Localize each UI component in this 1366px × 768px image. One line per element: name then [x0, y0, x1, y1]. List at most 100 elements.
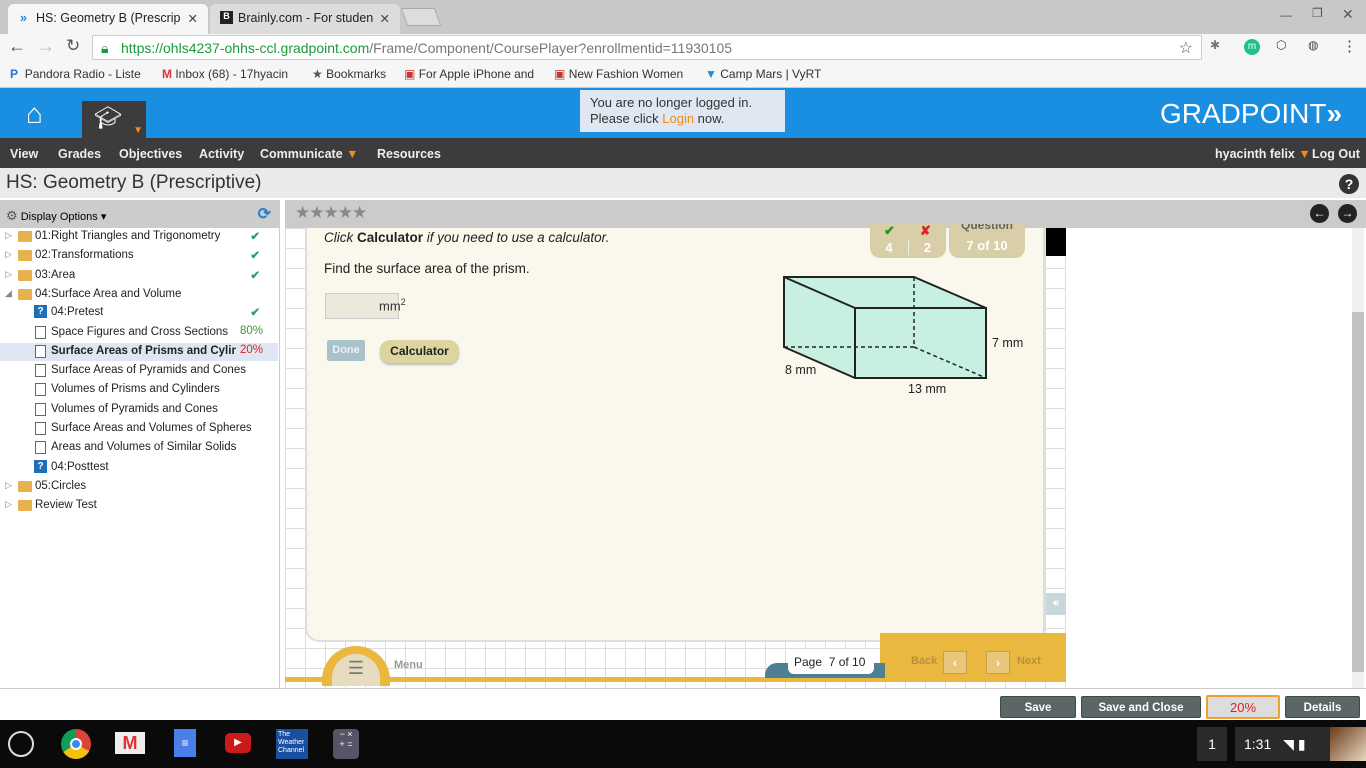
previous-lesson-icon[interactable]: ← [1310, 204, 1329, 223]
course-tree-sidebar: ⚙ Display Options ▾ ⟳ ▷ 01:Right Triangle… [0, 200, 280, 688]
weather-channel-icon[interactable]: The Weather Channel [276, 729, 308, 759]
scrollbar[interactable] [1352, 228, 1364, 688]
close-tab-icon[interactable]: ✕ [188, 11, 198, 26]
save-button[interactable]: Save [1000, 696, 1076, 718]
calculator-app-icon[interactable]: − × + = [333, 729, 359, 759]
expand-icon[interactable]: ▷ [5, 249, 12, 260]
score-badge: ✔ ✘ 4 2 [870, 223, 946, 258]
tree-item[interactable]: Areas and Volumes of Similar Solids [0, 439, 278, 457]
tree-item[interactable]: ▷ Review Test [0, 497, 278, 515]
tree-item[interactable]: Surface Areas of Prisms and Cylinders20% [0, 342, 278, 361]
gear-icon: ⚙ [6, 208, 18, 223]
back-icon[interactable]: ← [8, 36, 26, 57]
tree-item[interactable]: ▷ 02:Transformations ✔ [0, 247, 278, 265]
back-label[interactable]: Back [911, 655, 937, 667]
bookmark-apple-iphone[interactable]: ▣ For Apple iPhone and [404, 67, 534, 81]
nav-communicate[interactable]: Communicate ▼ [260, 147, 359, 161]
user-avatar[interactable] [1330, 727, 1366, 761]
graduation-cap-icon: 🎓︎ [94, 105, 122, 130]
status-badge: ✔ [250, 248, 260, 263]
nav-activity[interactable]: Activity [199, 147, 244, 161]
tree-item[interactable]: ? 04:Posttest [0, 459, 278, 477]
display-options-button[interactable]: ⚙ Display Options ▾ [6, 208, 106, 223]
chrome-icon[interactable] [61, 729, 91, 759]
nav-resources[interactable]: Resources [377, 147, 441, 161]
system-tray[interactable]: 1:31 ◥ ▮ [1235, 727, 1331, 761]
bookmark-gmail[interactable]: M Inbox (68) - 17hyacin [162, 67, 288, 81]
restore-button[interactable]: ❐ [1312, 6, 1323, 20]
expand-icon[interactable]: ▷ [5, 269, 12, 280]
tab-gradpoint[interactable]: » HS: Geometry B (Prescrip ✕ [8, 4, 208, 34]
tree-item[interactable]: Volumes of Prisms and Cylinders [0, 381, 278, 399]
youtube-icon[interactable]: ▶ [225, 733, 251, 753]
gmail-icon[interactable]: M [115, 732, 145, 754]
tree-item[interactable]: Surface Areas and Volumes of Spheres [0, 420, 278, 438]
help-icon[interactable]: ? [1339, 174, 1359, 194]
notification-count[interactable]: 1 [1197, 727, 1227, 761]
reload-icon[interactable]: ↻ [66, 36, 80, 56]
logout-link[interactable]: Log Out [1312, 147, 1360, 161]
login-link[interactable]: Login [662, 111, 694, 126]
expand-icon[interactable]: ▷ [5, 480, 12, 491]
expand-icon[interactable]: ▷ [5, 499, 12, 510]
back-button[interactable]: ‹ [943, 651, 967, 674]
nav-grades[interactable]: Grades [58, 147, 101, 161]
bookmark-camp-mars[interactable]: ▼ Camp Mars | VyRT [705, 67, 821, 81]
progress-indicator: 20% [1206, 695, 1280, 719]
bookmark-pandora[interactable]: P Pandora Radio - Liste [10, 67, 141, 81]
tree-item[interactable]: Space Figures and Cross Sections 80% [0, 324, 278, 342]
extension-icon[interactable]: ✱ [1210, 38, 1220, 52]
rating-stars[interactable]: ★★★★★ [295, 203, 367, 223]
extension-m-icon[interactable]: m [1244, 39, 1260, 55]
next-label[interactable]: Next [1017, 655, 1041, 667]
tree-item[interactable]: ◢ 04:Surface Area and Volume [0, 286, 278, 304]
tree-item[interactable]: ▷ 01:Right Triangles and Trigonometry ✔ [0, 228, 278, 246]
new-tab-button[interactable] [400, 8, 442, 26]
globe-icon[interactable]: ◍ [1308, 38, 1318, 52]
home-icon[interactable]: ⌂ [26, 98, 43, 130]
tree-item[interactable]: ▷ 05:Circles [0, 478, 278, 496]
expand-icon[interactable]: ◢ [5, 288, 12, 299]
save-and-close-button[interactable]: Save and Close [1081, 696, 1201, 718]
star-icon[interactable]: ☆ [1179, 38, 1193, 58]
forward-icon[interactable]: → [37, 36, 55, 57]
close-window-button[interactable]: ✕ [1342, 6, 1354, 23]
cube-icon[interactable]: ⬡ [1276, 38, 1286, 52]
document-icon [35, 422, 46, 435]
url-input[interactable]: 🔒︎ https://ohls4237-ohhs-ccl.gradpoint.c… [92, 35, 1202, 60]
details-button[interactable]: Details [1285, 696, 1360, 718]
wrong-icon: ✘ [920, 223, 931, 238]
audio-icon[interactable]: 🔊︎ [1046, 593, 1066, 615]
courses-button[interactable]: 🎓︎ ▼ [82, 101, 146, 138]
calculator-button[interactable]: Calculator [380, 340, 459, 363]
tree-item[interactable]: Volumes of Pyramids and Cones [0, 401, 278, 419]
lesson-toolbar: ★★★★★ ← → [285, 200, 1366, 228]
close-tab-icon[interactable]: ✕ [380, 11, 390, 26]
document-icon [35, 344, 46, 358]
next-lesson-icon[interactable]: → [1338, 204, 1357, 223]
expand-icon[interactable]: ▷ [5, 230, 12, 241]
refresh-icon[interactable]: ⟳ [258, 204, 271, 224]
folder-icon [18, 269, 32, 281]
tab-brainly[interactable]: B Brainly.com - For studen ✕ [210, 4, 400, 34]
folder-icon [18, 250, 32, 262]
menu-icon[interactable]: ⋮ [1342, 37, 1357, 55]
launcher-icon[interactable] [8, 731, 34, 757]
docs-icon[interactable]: ≡ [174, 729, 196, 757]
bookmark-fashion[interactable]: ▣ New Fashion Women [554, 67, 683, 81]
bookmark-folder[interactable]: ★ Bookmarks [312, 67, 386, 81]
minimize-button[interactable]: — [1280, 8, 1292, 22]
tree-item[interactable]: ? 04:Pretest ✔ [0, 304, 278, 322]
user-menu[interactable]: hyacinth felix ▼ [1215, 147, 1311, 161]
nav-objectives[interactable]: Objectives [119, 147, 182, 161]
page-title-bar: HS: Geometry B (Prescriptive) ? [0, 168, 1366, 198]
gradpoint-favicon-icon: » [20, 11, 27, 25]
next-button[interactable]: › [986, 651, 1010, 674]
done-button[interactable]: Done [327, 340, 365, 361]
nav-view[interactable]: View [10, 147, 38, 161]
menu-label: Menu [394, 659, 423, 671]
gradpoint-header: ⌂ 🎓︎ ▼ You are no longer logged in. Pleas… [0, 88, 1366, 138]
document-icon [35, 325, 46, 339]
tree-item[interactable]: ▷ 03:Area ✔ [0, 267, 278, 285]
tree-item[interactable]: Surface Areas of Pyramids and Cones [0, 362, 278, 380]
